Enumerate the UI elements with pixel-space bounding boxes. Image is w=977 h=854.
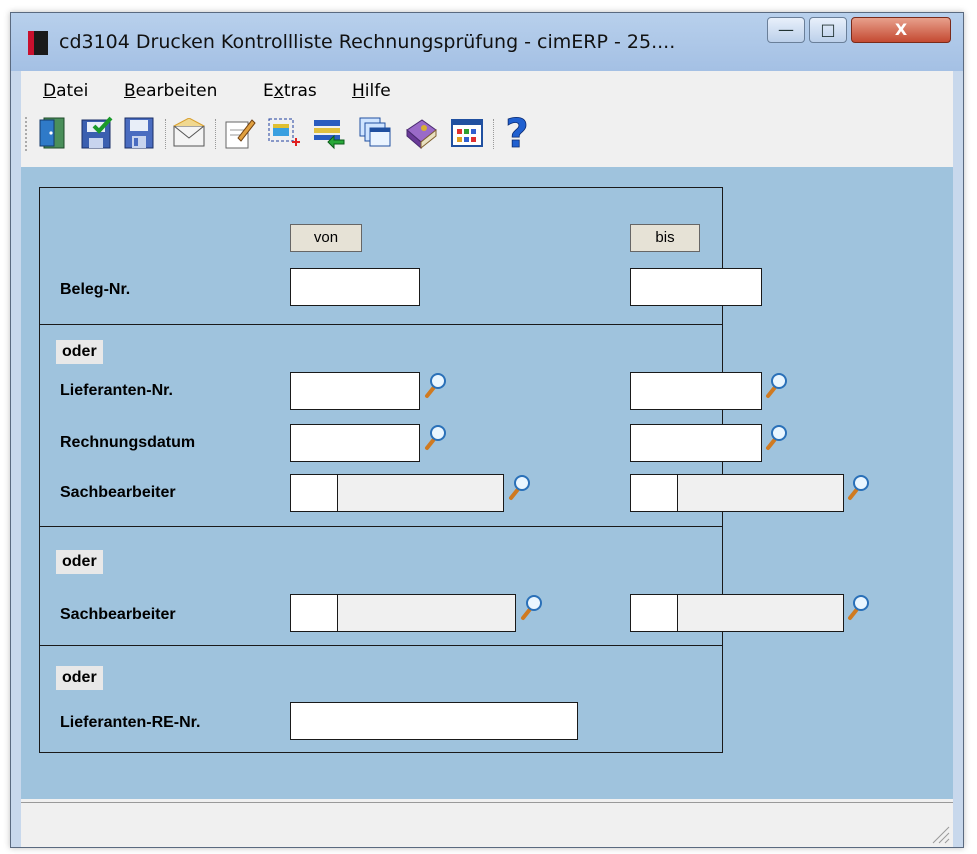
- list-import-icon[interactable]: [311, 115, 347, 151]
- menu-bearbeiten[interactable]: Bearbeiten: [124, 81, 217, 101]
- minimize-button[interactable]: —: [767, 17, 805, 43]
- section-divider: [40, 324, 722, 325]
- toolbar-separator: [493, 119, 498, 149]
- section-divider: [40, 645, 722, 646]
- oder-label: oder: [56, 550, 103, 574]
- bis-header[interactable]: bis: [630, 224, 700, 252]
- toolbar-grip[interactable]: [25, 117, 31, 151]
- beleg-nr-von-input[interactable]: [290, 268, 420, 306]
- application-window: cd3104 Drucken Kontrollliste Rechnungspr…: [10, 12, 964, 848]
- close-button[interactable]: X: [851, 17, 951, 43]
- exit-door-icon[interactable]: [35, 115, 71, 151]
- lieferanten-von-search-icon[interactable]: [423, 372, 447, 400]
- menu-datei[interactable]: Datei: [43, 81, 88, 101]
- sachbearbeiter-label-2: Sachbearbeiter: [60, 606, 176, 623]
- sachbearbeiter2-von-name-field: [338, 594, 516, 632]
- app-icon[interactable]: [28, 31, 48, 55]
- rechnungsdatum-von-input[interactable]: [290, 424, 420, 462]
- sachbearbeiter-bis-code-input[interactable]: [630, 474, 678, 512]
- lieferanten-nr-von-input[interactable]: [290, 372, 420, 410]
- new-record-icon[interactable]: [265, 115, 301, 151]
- edit-document-icon[interactable]: [221, 115, 257, 151]
- menu-bar: Datei Bearbeiten Extras Hilfe: [21, 71, 953, 107]
- sachbearbeiter-bis-name-field: [678, 474, 844, 512]
- lieferanten-re-nr-input[interactable]: [290, 702, 578, 740]
- sachbearbeiter-bis-search-icon[interactable]: [846, 474, 870, 502]
- resize-grip-icon[interactable]: [929, 823, 951, 845]
- sachbearbeiter2-von-code-input[interactable]: [290, 594, 338, 632]
- beleg-nr-bis-input[interactable]: [630, 268, 762, 306]
- oder-label: oder: [56, 666, 103, 690]
- lieferanten-nr-bis-input[interactable]: [630, 372, 762, 410]
- section-divider: [40, 526, 722, 527]
- help-icon[interactable]: ?: [499, 113, 535, 153]
- beleg-nr-label: Beleg-Nr.: [60, 281, 131, 298]
- toolbar: ?: [21, 109, 953, 168]
- window-title: cd3104 Drucken Kontrollliste Rechnungspr…: [59, 31, 676, 53]
- save-check-icon[interactable]: [79, 115, 115, 151]
- sachbearbeiter-von-name-field: [338, 474, 504, 512]
- lieferanten-re-nr-label: Lieferanten-RE-Nr.: [60, 714, 201, 731]
- maximize-button[interactable]: □: [809, 17, 847, 43]
- toolbar-separator: [165, 119, 170, 149]
- sachbearbeiter-label: Sachbearbeiter: [60, 484, 176, 501]
- sachbearbeiter2-von-search-icon[interactable]: [519, 594, 543, 622]
- von-header[interactable]: von: [290, 224, 362, 252]
- form-area: von bis Beleg-Nr. oder Lieferanten-Nr. R…: [21, 167, 953, 799]
- rechnungsdatum-bis-search-icon[interactable]: [764, 424, 788, 452]
- status-bar: [21, 802, 953, 847]
- save-icon[interactable]: [121, 115, 157, 151]
- menu-extras[interactable]: Extras: [263, 81, 317, 101]
- rechnungsdatum-label: Rechnungsdatum: [60, 434, 196, 451]
- oder-label: oder: [56, 340, 103, 364]
- sachbearbeiter-von-search-icon[interactable]: [507, 474, 531, 502]
- rechnungsdatum-von-search-icon[interactable]: [423, 424, 447, 452]
- filter-form: von bis Beleg-Nr. oder Lieferanten-Nr. R…: [39, 187, 869, 753]
- sachbearbeiter2-bis-name-field: [678, 594, 844, 632]
- sachbearbeiter-von-code-input[interactable]: [290, 474, 338, 512]
- mail-icon[interactable]: [171, 115, 207, 151]
- svg-text:?: ?: [505, 113, 528, 153]
- sachbearbeiter2-bis-code-input[interactable]: [630, 594, 678, 632]
- grid-table-icon[interactable]: [449, 115, 485, 151]
- rechnungsdatum-bis-input[interactable]: [630, 424, 762, 462]
- toolbar-separator: [215, 119, 220, 149]
- lieferanten-nr-label: Lieferanten-Nr.: [60, 382, 173, 399]
- book-icon[interactable]: [403, 115, 439, 151]
- lieferanten-bis-search-icon[interactable]: [764, 372, 788, 400]
- title-bar[interactable]: cd3104 Drucken Kontrollliste Rechnungspr…: [11, 13, 963, 71]
- windows-cascade-icon[interactable]: [357, 115, 393, 151]
- client-area: Datei Bearbeiten Extras Hilfe ? von bis …: [21, 71, 953, 847]
- sachbearbeiter2-bis-search-icon[interactable]: [846, 594, 870, 622]
- menu-hilfe[interactable]: Hilfe: [352, 81, 391, 101]
